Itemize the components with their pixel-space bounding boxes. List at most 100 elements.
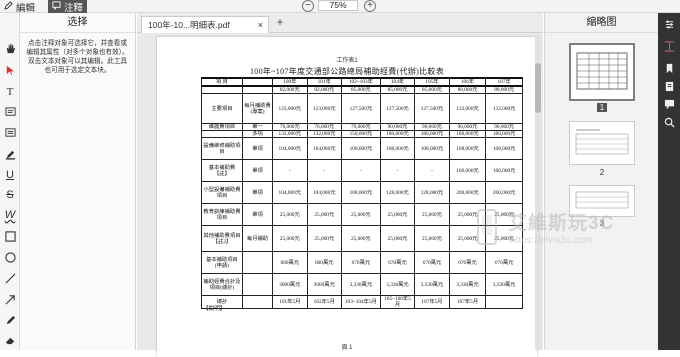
table-cell: 104,000元: [272, 181, 308, 204]
minus-icon: −: [305, 0, 311, 11]
table-cell: 基本補助費【註】: [201, 159, 243, 182]
select-tool-help-text: 点击注释对象可选择它，并查看或编辑其属性（对多个对象也有效）。双击文本对象可以其…: [26, 40, 129, 74]
table-cell: [485, 295, 523, 309]
table-cell: 25,000元: [272, 225, 308, 252]
annotate-label: 注釋: [64, 2, 84, 14]
text-tool-button[interactable]: T: [3, 85, 17, 99]
table-cell: 108,000元: [379, 137, 416, 160]
select-tool-button[interactable]: [3, 63, 17, 77]
pdf-page[interactable]: 工作表1 100年~107年度交通部公路總局補助經費(代辦)比較表 項 目 100…: [157, 37, 537, 357]
squiggly-tool-button[interactable]: W: [3, 208, 17, 222]
bookmark-button[interactable]: [662, 61, 676, 75]
table-cell: 180,000元: [414, 130, 450, 138]
table-row: 設備維修補助項目 單項 104,000元 104,000元 108,000元 108,00…: [201, 137, 523, 160]
table-row: 維護費項目 單一 76,000元 76,000元 79,000元 90,000元 90,00…: [201, 123, 523, 131]
vertical-scrollbar-thumb[interactable]: [535, 63, 541, 113]
comments-button[interactable]: [662, 97, 676, 111]
table-cell: 108,000元: [341, 181, 381, 204]
table-header-cell: 101年: [306, 77, 343, 87]
fit-height-icon: [664, 40, 674, 52]
table-cell: 108,000元: [341, 137, 381, 160]
strikeout-s-icon: S: [6, 189, 14, 201]
table-cell: 670萬元: [485, 251, 523, 274]
fit-page-button[interactable]: [662, 39, 676, 53]
plus-icon: +: [276, 15, 284, 29]
chat-bubble-icon: [664, 99, 674, 109]
strikeout-tool-button[interactable]: S: [3, 188, 17, 202]
zoom-in-button[interactable]: +: [364, 0, 376, 12]
table-cell: 單項: [241, 137, 274, 160]
document-tab[interactable]: 100年-10...明細表.pdf ×: [141, 16, 269, 33]
search-button[interactable]: [662, 115, 676, 129]
top-toolbar: 編輯 注釋 − 75% +: [0, 0, 680, 14]
annotation-tool-strip: T U S W: [0, 13, 20, 350]
table-cell: 3,330萬元: [379, 273, 416, 296]
table-cell: 25,000元: [448, 203, 487, 226]
attachment-button[interactable]: [662, 79, 676, 93]
pdf-app: 編輯 注釋 − 75% + T U S W 选择 点击注释对象可选择它，并查看或…: [0, 0, 680, 357]
table-cell: 25,000元: [341, 225, 381, 252]
table-header-cell: 106年: [448, 77, 487, 87]
table-header-cell: 104年: [379, 77, 416, 87]
table-cell: 132,000元: [272, 130, 308, 138]
table-row: 教育訓練補助費項目 單項 25,000元 25,000元 25,000元 25,000元 2…: [201, 203, 523, 226]
textbox-tool-button[interactable]: [3, 125, 17, 139]
bookmark-icon: [666, 63, 672, 73]
table-cell: 25,000元: [448, 225, 487, 252]
hand-tool-button[interactable]: [3, 41, 17, 55]
underline-tool-button[interactable]: U: [3, 168, 17, 182]
arrow-tool-button[interactable]: [3, 292, 17, 306]
table-cell: 104,000元: [272, 137, 308, 160]
close-icon[interactable]: ×: [258, 17, 263, 33]
highlight-tool-button[interactable]: [3, 147, 17, 161]
table-cell: 3,330萬元: [414, 273, 450, 296]
hand-icon: [6, 43, 15, 53]
page-thumbnail-1[interactable]: [569, 43, 635, 101]
table-cell: 76,000元: [272, 123, 308, 131]
page-thumbnail-3[interactable]: [569, 185, 635, 217]
table-cell: 128,000元: [414, 181, 450, 204]
edit-label: 編輯: [16, 2, 36, 14]
table-cell: 108,000元: [485, 137, 523, 160]
table-cell: 單項: [241, 181, 274, 204]
table-cell: 90,000元: [414, 123, 450, 131]
table-cell: 每月補助費(專案): [241, 93, 274, 124]
ellipse-tool-button[interactable]: [3, 250, 17, 264]
rectangle-tool-button[interactable]: [3, 229, 17, 243]
note-icon: [4, 106, 16, 116]
pen-icon: [6, 315, 15, 324]
table-row: 其他補助費項目【註2】 每月補助 25,000元 25,000元 25,000元 25,0…: [201, 225, 523, 252]
table-cell: 158,000元: [341, 130, 381, 138]
table-cell: 600萬元: [306, 251, 343, 274]
table-cell: 25,000元: [414, 225, 450, 252]
page-thumbnail-2[interactable]: [569, 121, 635, 165]
table-row: 總計 101年5月 102年5月 103~104年5月 105~106年5月 107年5月…: [201, 295, 523, 309]
table-row: 多項 132,000元 132,000元 158,000元 180,000元 180,00…: [201, 130, 523, 138]
pen-tool-button[interactable]: [3, 313, 17, 327]
table-cell: 每月補助: [241, 225, 274, 252]
properties-toggle-button[interactable]: [662, 17, 676, 31]
zoom-level-field[interactable]: 75%: [318, 0, 358, 11]
table-cell: -: [414, 159, 450, 182]
table-cell: 166,000元: [448, 159, 487, 182]
line-tool-button[interactable]: [3, 271, 17, 285]
table-cell: 127,500元: [379, 93, 416, 124]
table-cell: 82,000元: [272, 85, 308, 94]
eraser-tool-button[interactable]: [3, 333, 17, 347]
annotate-button[interactable]: 注釋: [48, 0, 88, 14]
table-cell: 104,000元: [306, 181, 343, 204]
table-cell: -: [272, 159, 308, 182]
table-cell: 25,000元: [341, 203, 381, 226]
table-cell: 132,000元: [485, 93, 523, 124]
note-tool-button[interactable]: [3, 105, 17, 119]
zoom-out-button[interactable]: −: [302, 0, 314, 12]
pencil-icon: [4, 0, 13, 13]
new-tab-button[interactable]: +: [273, 16, 287, 30]
edit-button[interactable]: 編輯: [4, 0, 36, 14]
textbox-icon: [4, 127, 16, 137]
underline-u-icon: U: [6, 169, 14, 181]
table-cell: 180,000元: [448, 130, 487, 138]
table-cell: [201, 85, 243, 94]
table-cell: 補助經費合計及項目(總計): [201, 273, 243, 296]
table-cell: 132,000元: [306, 130, 343, 138]
